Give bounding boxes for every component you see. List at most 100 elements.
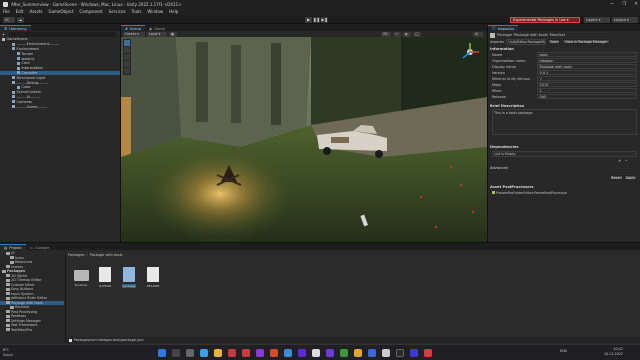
unity-hub-icon[interactable] xyxy=(312,349,320,357)
grid-snap-icon[interactable]: ▦ xyxy=(169,31,177,37)
asset-item[interactable]: LICENSE xyxy=(94,267,116,297)
advanced-foldout[interactable]: Advanced xyxy=(490,165,639,170)
menu-assets[interactable]: Assets xyxy=(29,9,42,14)
menu-help[interactable]: Help xyxy=(169,9,178,14)
menu-gameobject[interactable]: GameObject xyxy=(48,9,73,14)
asset-item[interactable]: Runtime xyxy=(70,267,92,297)
field-value[interactable]: Package with tools xyxy=(537,64,637,69)
open-button[interactable]: Open xyxy=(548,39,561,44)
cloud-icon[interactable]: ☁ xyxy=(17,16,24,23)
file-icon xyxy=(123,267,135,282)
office-icon[interactable] xyxy=(270,349,278,357)
scene-tabs: # Scene ◉ Game xyxy=(121,24,487,31)
rect-tool-icon[interactable] xyxy=(124,68,130,74)
gameobject-icon xyxy=(17,61,20,65)
teams-icon[interactable] xyxy=(298,349,306,357)
2d-toggle[interactable]: 2D xyxy=(381,31,391,37)
taskview-icon[interactable] xyxy=(186,349,194,357)
postprocessor-item[interactable]: PresetsPerFolderEditor.PresetPostProcess… xyxy=(492,190,637,195)
lighting-icon[interactable]: ☼ xyxy=(393,31,401,37)
revert-button[interactable]: Revert xyxy=(610,175,623,180)
field-value[interactable]: 0.0.1 xyxy=(537,70,637,75)
acrobat-icon[interactable] xyxy=(242,349,250,357)
scale-tool-icon[interactable] xyxy=(124,61,130,67)
chrome-icon[interactable] xyxy=(354,349,362,357)
hierarchy-search-input[interactable] xyxy=(9,31,116,37)
weather-widget[interactable]: 8°C Sunny xyxy=(3,348,13,357)
play-button[interactable]: ▶ xyxy=(305,16,312,23)
explorer-icon[interactable] xyxy=(214,349,222,357)
dependencies-heading: Dependencies xyxy=(490,144,519,149)
edge-icon[interactable] xyxy=(200,349,208,357)
move-tool-icon[interactable] xyxy=(124,47,130,53)
asset-item[interactable]: README xyxy=(142,267,164,297)
maximize-button[interactable]: ❐ xyxy=(622,2,626,7)
pivot-dropdown[interactable]: Center ▾ xyxy=(123,31,145,37)
clock[interactable]: 10:42 10.11.2022 xyxy=(604,347,623,356)
spotify-icon[interactable] xyxy=(340,349,348,357)
tab-project[interactable]: ▤ Project xyxy=(0,244,26,250)
shading-icon[interactable]: ◐ xyxy=(403,31,411,37)
mail-icon[interactable] xyxy=(368,349,376,357)
start-icon[interactable] xyxy=(158,349,166,357)
importer-field[interactable]: UnityEditor.PackageManagerUI.Pack... xyxy=(506,38,547,45)
tab-console[interactable]: ▭ Console xyxy=(25,244,54,250)
field-value[interactable]: 0b5 xyxy=(537,94,637,99)
field-label: Display name xyxy=(492,64,516,69)
field-value[interactable]: 1 xyxy=(537,88,637,93)
menu-tools[interactable]: Tools xyxy=(132,9,142,14)
experimental-packages-badge[interactable]: Experimental Packages In Use ▾ xyxy=(510,16,580,23)
breadcrumb-package-with-tools[interactable]: Package with tools xyxy=(90,253,123,257)
language-indicator[interactable]: ENG xyxy=(560,349,567,353)
field-value[interactable]: ideagon xyxy=(537,58,637,63)
hierarchy-item-label: --------UI-------- xyxy=(16,94,41,99)
close-button[interactable]: ✕ xyxy=(634,2,638,7)
terminal-icon[interactable] xyxy=(396,349,404,357)
menu-component[interactable]: Component xyxy=(79,9,102,14)
account-button[interactable]: SC xyxy=(3,16,15,23)
word-icon[interactable] xyxy=(284,349,292,357)
rotate-tool-icon[interactable] xyxy=(124,54,130,60)
view-in-package-manager-button[interactable]: View in Package Manager xyxy=(562,39,611,44)
minimize-button[interactable]: — xyxy=(610,2,615,7)
space-dropdown[interactable]: Local ▾ xyxy=(147,31,167,37)
app-icon[interactable] xyxy=(424,349,432,357)
layout-dropdown[interactable]: Layout ▾ xyxy=(612,16,638,23)
asset-item[interactable]: package xyxy=(118,267,140,297)
menu-edit[interactable]: Edit xyxy=(16,9,24,14)
tab-inspector[interactable]: ⓘ Inspector xyxy=(488,25,519,31)
apply-button[interactable]: Apply xyxy=(624,175,637,180)
remove-dependency-button[interactable]: − xyxy=(624,158,627,163)
menu-file[interactable]: File xyxy=(3,9,10,14)
visibility-icon[interactable]: ◯ xyxy=(413,31,421,37)
photoshop-icon[interactable] xyxy=(228,349,236,357)
tab-hierarchy[interactable]: ☰ Hierarchy xyxy=(0,25,31,31)
hand-tool-icon[interactable] xyxy=(124,40,130,46)
visual-studio-icon[interactable] xyxy=(326,349,334,357)
scene-render xyxy=(121,37,487,242)
discord-icon[interactable] xyxy=(410,349,418,357)
project-tree-label: 2D Sprite xyxy=(11,273,27,278)
search-icon[interactable] xyxy=(172,349,180,357)
brief-description-field[interactable]: This is a tools package xyxy=(492,109,637,135)
field-value[interactable]: tools xyxy=(537,52,637,57)
hierarchy-item[interactable]: --------Game-------- xyxy=(0,104,120,109)
menu-services[interactable]: Services xyxy=(109,9,126,14)
breadcrumb-packages[interactable]: Packages xyxy=(68,253,84,257)
add-icon[interactable]: + xyxy=(2,32,5,37)
scene-viewport[interactable] xyxy=(121,37,487,242)
illustrator-icon[interactable] xyxy=(256,349,264,357)
field-value[interactable]: ✓ xyxy=(537,76,637,81)
pause-button[interactable]: ❚❚ xyxy=(313,16,320,23)
step-button[interactable]: ▶❚ xyxy=(321,16,328,23)
inspector-field-row: Version 0.0.1 xyxy=(492,70,637,75)
menu-window[interactable]: Window xyxy=(147,9,163,14)
project-tree-item[interactable]: TextMeshPro xyxy=(0,328,64,333)
layers-dropdown[interactable]: Layers ▾ xyxy=(584,16,610,23)
field-value[interactable]: 2019 xyxy=(537,82,637,87)
window-controls: — ❐ ✕ xyxy=(610,0,638,8)
unity-editor-icon[interactable] xyxy=(382,349,390,357)
gizmos-icon[interactable]: ⚙ xyxy=(473,31,483,37)
add-dependency-button[interactable]: + xyxy=(618,158,621,163)
orientation-gizmo-icon[interactable] xyxy=(459,41,481,63)
